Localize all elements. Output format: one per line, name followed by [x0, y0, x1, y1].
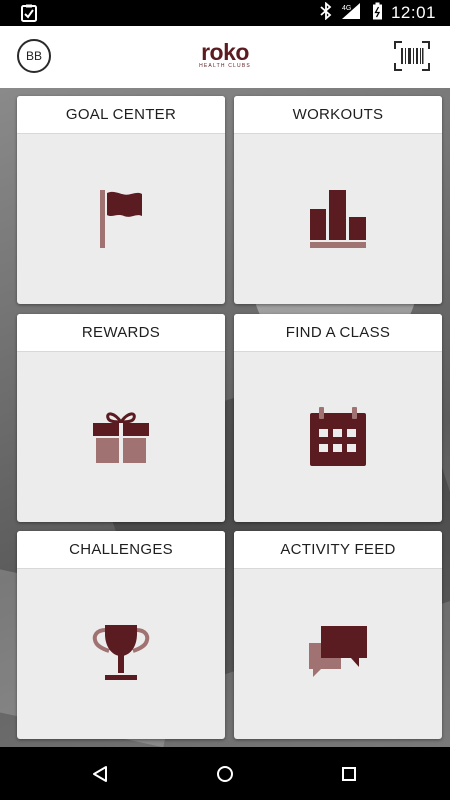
app-bar: BB roko HEALTH CLUBS: [0, 26, 450, 88]
barcode-scan-icon[interactable]: [394, 41, 430, 71]
trophy-icon: [17, 569, 225, 739]
status-bar: 4G 12:01: [0, 0, 450, 26]
tile-label: WORKOUTS: [234, 96, 442, 134]
tile-label: CHALLENGES: [17, 531, 225, 569]
brand-logo: roko HEALTH CLUBS: [185, 39, 265, 70]
dashboard-grid: GOAL CENTER WORKOUTS REWARDS FIND A CLAS…: [0, 88, 450, 747]
back-triangle-icon[interactable]: [86, 760, 114, 788]
chat-bubbles-icon: [234, 569, 442, 739]
calendar-icon: [234, 352, 442, 522]
status-clock: 12:01: [390, 3, 436, 22]
logo-text: roko: [201, 39, 249, 65]
bluetooth-icon: [320, 1, 332, 25]
tile-workouts[interactable]: WORKOUTS: [234, 96, 442, 304]
gift-icon: [17, 352, 225, 522]
logo-tagline: HEALTH CLUBS: [199, 63, 251, 69]
tile-goal-center[interactable]: GOAL CENTER: [17, 96, 225, 304]
avatar[interactable]: BB: [17, 39, 51, 73]
battery-icon: [372, 2, 383, 25]
flag-icon: [17, 134, 225, 304]
svg-text:4G: 4G: [342, 5, 351, 12]
bar-chart-icon: [234, 134, 442, 304]
tile-activity-feed[interactable]: ACTIVITY FEED: [234, 531, 442, 739]
tile-label: GOAL CENTER: [17, 96, 225, 134]
tile-rewards[interactable]: REWARDS: [17, 314, 225, 522]
signal-icon: 4G: [340, 2, 364, 25]
system-nav-bar: [0, 747, 450, 800]
tile-label: ACTIVITY FEED: [234, 531, 442, 569]
tile-label: REWARDS: [17, 314, 225, 352]
tile-find-a-class[interactable]: FIND A CLASS: [234, 314, 442, 522]
recents-square-icon[interactable]: [335, 760, 363, 788]
home-circle-icon[interactable]: [211, 760, 239, 788]
tile-label: FIND A CLASS: [234, 314, 442, 352]
tile-challenges[interactable]: CHALLENGES: [17, 531, 225, 739]
clipboard-check-icon: [20, 4, 38, 22]
avatar-initials: BB: [25, 49, 42, 63]
